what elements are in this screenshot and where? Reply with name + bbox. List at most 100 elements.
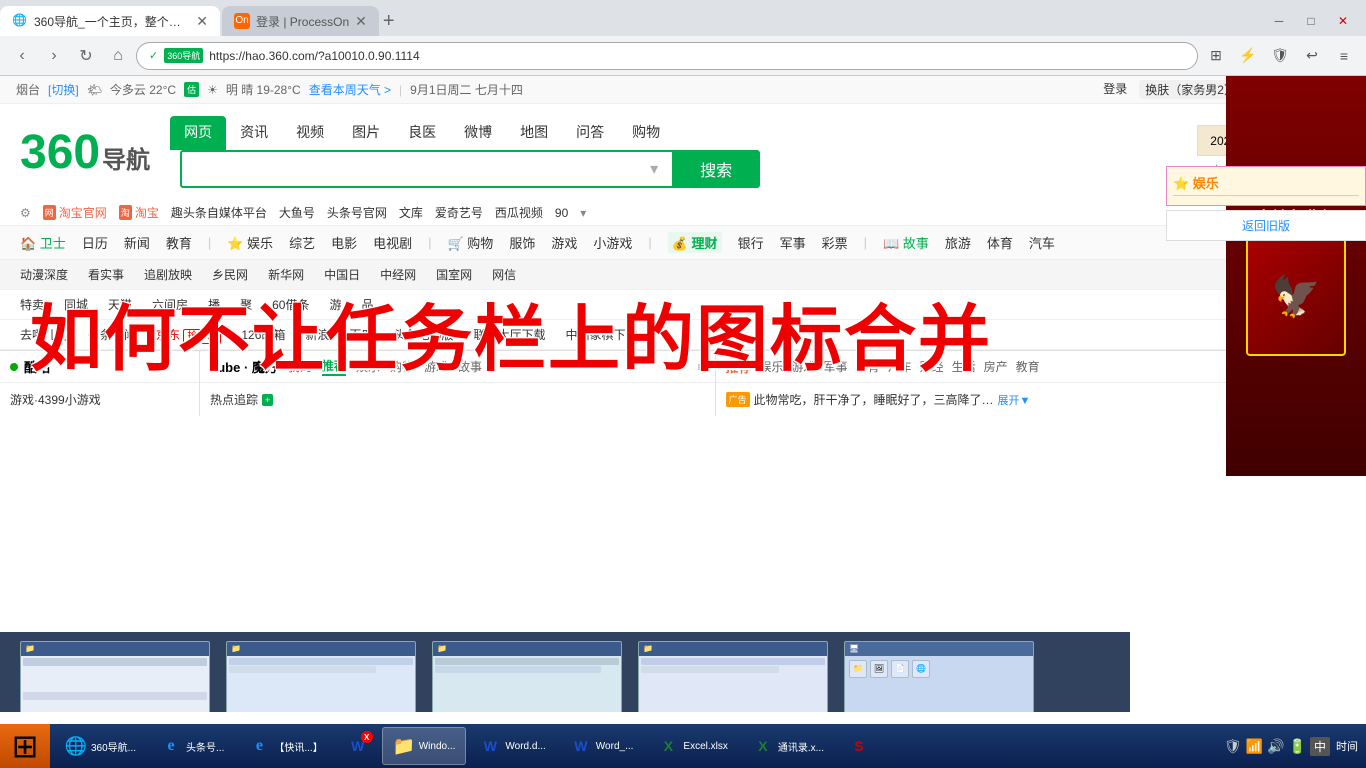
quick-library[interactable]: 文库 (399, 204, 423, 221)
taskbar-item-word2[interactable]: W Word_... (559, 727, 645, 765)
site-link-kanshi[interactable]: 看实事 (88, 266, 124, 283)
search-tab-webpage[interactable]: 网页 (170, 116, 226, 150)
nav-story[interactable]: 📖 故事 (883, 233, 929, 252)
taskbar-item-sogou[interactable]: S (837, 727, 881, 765)
taskbar-item-word-badge[interactable]: WX (336, 727, 380, 765)
tray-volume-icon[interactable]: 🔊 (1267, 738, 1284, 755)
menu-button[interactable]: ≡ (1330, 42, 1358, 70)
search-tab-medicine[interactable]: 良医 (394, 116, 450, 150)
nav-bank[interactable]: 银行 (738, 233, 764, 252)
search-tab-weibo[interactable]: 微博 (450, 116, 506, 150)
site-link-guoshi[interactable]: 国室网 (436, 266, 472, 283)
home-button[interactable]: ⌂ (104, 42, 132, 70)
nav-fashion[interactable]: 服饰 (509, 233, 535, 252)
forecast-link[interactable]: 查看本周天气 > (309, 81, 391, 98)
nav-military[interactable]: 军事 (780, 233, 806, 252)
site-link-zhuiju[interactable]: 追剧放映 (144, 266, 192, 283)
nav-minigame[interactable]: 小游戏 (593, 233, 632, 252)
site-link-wangxin[interactable]: 网信 (492, 266, 516, 283)
site-link-dongman[interactable]: 动漫深度 (20, 266, 68, 283)
ime-indicator[interactable]: 中 (1310, 737, 1330, 756)
taskbar-item-explorer[interactable]: 📁 Windo... (382, 727, 467, 765)
undo-button[interactable]: ↩ (1298, 42, 1326, 70)
taskbar-item-excel1[interactable]: X Excel.xlsx (646, 727, 738, 765)
quick-taobao-official[interactable]: 网 淘宝官网 (43, 204, 107, 221)
tray-battery-icon[interactable]: 🔋 (1289, 738, 1306, 755)
taskbar-item-excel2[interactable]: X 通讯录.x... (741, 727, 835, 765)
nav-car[interactable]: 汽车 (1029, 233, 1055, 252)
quick-xigua[interactable]: 西瓜视频 (495, 204, 543, 221)
address-bar[interactable]: ✓ 360导航 https://hao.360.com/?a10010.0.90… (136, 42, 1198, 70)
preview-d-drive[interactable]: 📁 软件 (D:) (226, 641, 416, 713)
nav-home[interactable]: 🏠 卫士 (20, 233, 66, 252)
panel-kuzhan-item[interactable]: 游戏·4399小游戏 (10, 391, 189, 408)
tab-close-1[interactable]: ✕ (196, 13, 208, 30)
nav-movie[interactable]: 电影 (331, 233, 357, 252)
quick-toutiao-official[interactable]: 头条号官网 (327, 204, 387, 221)
nav-shop[interactable]: 🛒 购物 (448, 233, 494, 252)
nav-finance[interactable]: 💰 理财 (668, 232, 722, 253)
right-game-ad[interactable]: 弈神免费领 🦅 (1226, 76, 1366, 476)
maximize-button[interactable]: □ (1296, 11, 1326, 31)
switch-link[interactable]: [切换] (48, 81, 79, 98)
lightning-button[interactable]: ⚡ (1234, 42, 1262, 70)
site-link-xinhua[interactable]: 新华网 (268, 266, 304, 283)
taskbar-item-toutiao[interactable]: e 头条号... (149, 727, 235, 765)
search-tab-news[interactable]: 资讯 (226, 116, 282, 150)
refresh-button[interactable]: ↻ (72, 42, 100, 70)
nav-lottery[interactable]: 彩票 (822, 233, 848, 252)
preview-e-drive[interactable]: 📁 文档 (E:) (432, 641, 622, 713)
quick-taobao[interactable]: 淘 淘宝 (119, 204, 159, 221)
tray-network-icon[interactable]: 📶 (1246, 738, 1263, 755)
back-button[interactable]: ‹ (8, 42, 36, 70)
more-icon[interactable]: ▾ (580, 206, 586, 220)
tab-inactive[interactable]: On 登录 | ProcessOn ✕ (222, 6, 379, 36)
taskbar-item-news[interactable]: e 【快讯...】 (237, 727, 333, 765)
rec-tab-education[interactable]: 教育 (1016, 358, 1040, 375)
add-tab-button[interactable]: + (383, 10, 395, 33)
login-link[interactable]: 登录 (1103, 80, 1127, 99)
forward-button[interactable]: › (40, 42, 68, 70)
start-button[interactable]: ⊞ (0, 724, 50, 768)
quick-iqiyi[interactable]: 爱奇艺号 (435, 204, 483, 221)
tab-close-2[interactable]: ✕ (355, 13, 367, 30)
nav-game[interactable]: 游戏 (551, 233, 577, 252)
nav-education[interactable]: 教育 (166, 233, 192, 252)
site-link-zhongguo[interactable]: 中国日 (324, 266, 360, 283)
preview-c-drive[interactable]: 📁 系统 (C:) (20, 641, 210, 713)
search-tab-shop[interactable]: 购物 (618, 116, 674, 150)
quick-90[interactable]: 90 (555, 206, 568, 220)
preview-desktop[interactable]: 🖥 📁 🖼 📄 🌐 桌面 (844, 641, 1034, 713)
tab-active[interactable]: 🌐 360导航_一个主页，整个世界 ✕ (0, 6, 220, 36)
quick-dayu[interactable]: 大鱼号 (279, 204, 315, 221)
nav-sports[interactable]: 体育 (987, 233, 1013, 252)
system-clock[interactable]: 时间 (1336, 738, 1358, 754)
taskbar-item-360nav[interactable]: 🌐 360导航... (54, 727, 147, 765)
taskbar-item-word1[interactable]: W Word.d... (468, 727, 556, 765)
search-input[interactable] (180, 150, 636, 188)
close-button[interactable]: ✕ (1328, 11, 1358, 31)
extensions-button[interactable]: ⊞ (1202, 42, 1230, 70)
nav-tv[interactable]: 电视剧 (373, 233, 412, 252)
nav-news[interactable]: 新闻 (124, 233, 150, 252)
search-tab-video[interactable]: 视频 (282, 116, 338, 150)
sidebar-entertainment[interactable]: ⭐ 娱乐 (1166, 166, 1366, 206)
nav-calendar[interactable]: 日历 (82, 233, 108, 252)
search-button[interactable]: 搜索 (672, 150, 760, 188)
search-tab-map[interactable]: 地图 (506, 116, 562, 150)
sidebar-return-old[interactable]: 返回旧版 (1166, 210, 1366, 241)
settings-icon[interactable]: ⚙ (20, 206, 31, 220)
panel-cube-item[interactable]: 热点追踪 + (210, 391, 705, 408)
quick-toutiao-media[interactable]: 趣头条自媒体平台 (171, 204, 267, 221)
nav-travel[interactable]: 旅游 (945, 233, 971, 252)
nav-variety[interactable]: 综艺 (289, 233, 315, 252)
nav-entertainment[interactable]: ⭐ 娱乐 (227, 233, 273, 252)
search-tab-image[interactable]: 图片 (338, 116, 394, 150)
tray-shield-icon[interactable]: 🛡 (1224, 738, 1242, 755)
minimize-button[interactable]: ─ (1264, 11, 1294, 31)
preview-f-drive[interactable]: 📁 娱乐 (F:) (638, 641, 828, 713)
site-link-zhongjing[interactable]: 中经网 (380, 266, 416, 283)
site-link-xianmin[interactable]: 乡民网 (212, 266, 248, 283)
search-tab-qa[interactable]: 问答 (562, 116, 618, 150)
panel-rec-ad[interactable]: 广告 此物常吃，肝干净了，睡眠好了，三高降了… 展开▼ (726, 391, 1221, 408)
